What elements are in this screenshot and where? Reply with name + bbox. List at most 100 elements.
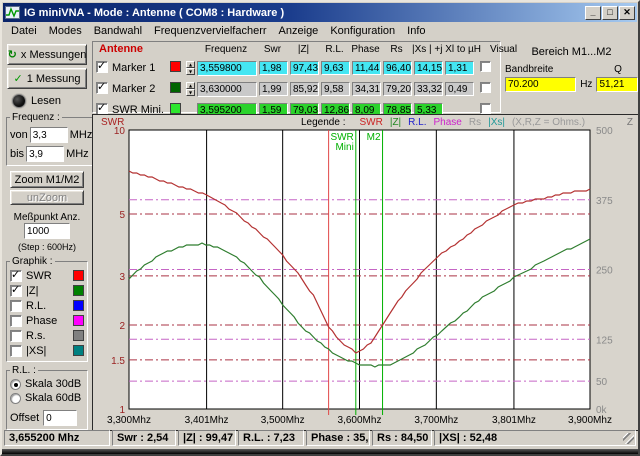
menu-anzeige[interactable]: Anzeige [273,24,325,38]
offset-input[interactable] [43,410,78,426]
menu-info[interactable]: Info [401,24,431,38]
graphik-item-rl: R.L. [10,298,84,313]
lesen-label: Lesen [31,95,61,107]
unzoom-button[interactable]: unZoom [10,190,84,205]
spinner-down-icon[interactable]: ▼ [186,67,195,75]
graphik-checkbox-2[interactable]: ✓ [10,282,22,297]
graphik-label-2: |Z| [26,284,39,297]
marker-1-value-7: 1,31 [445,61,474,75]
bis-input[interactable] [26,146,65,162]
chart-panel: 3,300Mhz 3,401Mhz 3,500Mhz 3,600Mhz 3,700Mhz… [92,114,638,431]
marker-1-value-1: 1,98 [259,61,288,75]
graphik-group-title: Graphik : [12,256,53,267]
chart-marker-label-2-2: Mini [335,142,353,153]
x-tick-label-4: 3,600Mhz [338,415,382,426]
marker-1-value-5: 96,40 [383,61,412,75]
bis-unit-label: MHz [66,148,89,160]
z-tick-label-3: 250 [596,266,613,277]
resize-grip-icon[interactable] [623,433,634,444]
menu-bar: Datei Modes Bandwahl Frequenzvervielfacherr… [3,22,637,39]
menu-frequenzvervielfacherr[interactable]: Frequenzvervielfacherr [148,24,273,38]
graphik-checkbox-4[interactable] [10,314,22,327]
graphik-color-swatch-1 [73,270,84,281]
app-window: IG miniVNA - Mode : Antenne ( COM8 : Har… [0,0,640,456]
marker-2-enable-checkbox[interactable]: ✓ [96,79,108,94]
marker-2-frequency-input[interactable] [197,81,257,97]
von-input[interactable] [29,127,68,143]
minimize-button[interactable]: _ [585,5,601,20]
lesen-button[interactable]: Lesen [12,94,90,108]
marker-2-freq-stepper: ▲ ▼ [186,81,195,97]
status-segment-7: |XS| : 52,48 [434,430,636,446]
marker-2-label: Marker 2 [112,83,156,95]
check-icon: ✓ [13,72,23,85]
one-messung-button[interactable]: ✓ 1 Messung [7,68,87,89]
z-tick-label-6: 0k [596,405,608,416]
check-icon: ✓ [97,79,107,93]
x-tick-label-1: 3,300Mhz [107,415,151,426]
graphik-label-5: R.s. [26,329,46,342]
marker-2-value-6: 33,32 [414,82,443,96]
graphik-label-3: R.L. [26,299,47,312]
messpunkt-label: Meßpunkt Anz. [13,212,81,223]
x-tick-label-2: 3,401Mhz [185,415,229,426]
bereich-panel: Bereich M1...M2 Bandbreite Q 70.200 Hz 5… [505,44,638,108]
graphik-checkbox-3[interactable] [10,299,22,312]
marker-panel: Antenne Frequenz Swr |Z| R.L. Phase Rs |Xs | +j… [92,41,517,118]
marker-1-freq-stepper: ▲ ▼ [186,60,195,76]
marker-1-visual-checkbox[interactable] [479,61,491,72]
marker-1-enable-checkbox[interactable]: ✓ [96,59,108,73]
marker-row-1: ✓ Marker 1 ▲▼ 1,9897,439,6311,4496,4014,151… [96,59,500,76]
step-label: (Step : 600Hz) [17,242,77,252]
close-button[interactable]: ✕ [619,5,635,20]
marker-row-2: ✓ Marker 2 ▲▼ 1,9985,929,5834,3179,2033,320… [96,79,500,97]
spinner-down-icon[interactable]: ▼ [186,88,195,96]
menu-datei[interactable]: Datei [5,24,43,38]
x-messungen-button[interactable]: ↻ x Messungen [7,44,87,65]
swr-tick-label-4: 2 [119,321,125,332]
x-tick-label-6: 3,801Mhz [492,415,536,426]
status-bar: 3,655200 Mhz Swr : 2,54 |Z| : 99,47 R.L. : … [4,430,636,447]
marker-1-value-4: 11,44 [352,61,381,75]
status-segment-4: R.L. : 7,23 [238,430,304,446]
chart-plot[interactable]: 3,300Mhz 3,401Mhz 3,500Mhz 3,600Mhz 3,700Mhz… [93,115,638,430]
marker-2-value-4: 34,31 [352,82,381,96]
marker-1-frequency-input[interactable] [197,60,257,76]
von-label: von [10,129,28,141]
menu-modes[interactable]: Modes [43,24,88,38]
menu-bandwahl[interactable]: Bandwahl [88,24,148,38]
rl-radio-2[interactable] [10,392,21,404]
swr-tick-label-3: 3 [119,272,125,283]
messpunkt-input[interactable] [24,223,70,239]
rl-option-label-2: Skala 60dB [25,392,82,404]
radio-dot [14,382,18,387]
marker-2-value-1: 1,99 [259,82,288,96]
marker-3-enable-checkbox[interactable]: ✓ [96,101,108,115]
hz-unit-label: Hz [580,79,593,90]
marker-panel-title: Antenne [99,43,143,55]
z-tick-label-1: 500 [596,126,613,137]
maximize-button[interactable]: □ [602,5,618,20]
graphik-checkbox-1[interactable]: ✓ [10,268,22,282]
column-header-1: Frequenz [204,43,248,55]
refresh-icon: ↻ [7,48,17,61]
von-unit-label: MHz [69,129,93,141]
check-icon: ✓ [11,282,21,296]
offset-label: Offset [10,412,40,424]
rl-option-label-1: Skala 30dB [25,378,82,390]
z-axis-title: Z [627,117,633,128]
spinner-up-icon[interactable]: ▲ [186,60,195,68]
column-header-6: Rs [390,43,403,55]
status-segment-6: Rs : 84,50 [372,430,432,446]
graphik-checkbox-5[interactable] [10,329,22,342]
zoom-m1m2-button[interactable]: Zoom M1/M2 [10,171,84,188]
marker-2-visual-checkbox[interactable] [479,82,491,93]
menu-konfiguration[interactable]: Konfiguration [324,24,401,38]
marker-3-visual-checkbox[interactable] [479,103,491,114]
marker-1-color-swatch [170,61,181,72]
graphik-label-4: Phase [26,314,58,327]
graphik-checkbox-6[interactable] [10,344,22,357]
graphik-color-swatch-6 [73,345,84,356]
spinner-up-icon[interactable]: ▲ [186,81,195,89]
rl-radio-1[interactable] [10,378,21,390]
